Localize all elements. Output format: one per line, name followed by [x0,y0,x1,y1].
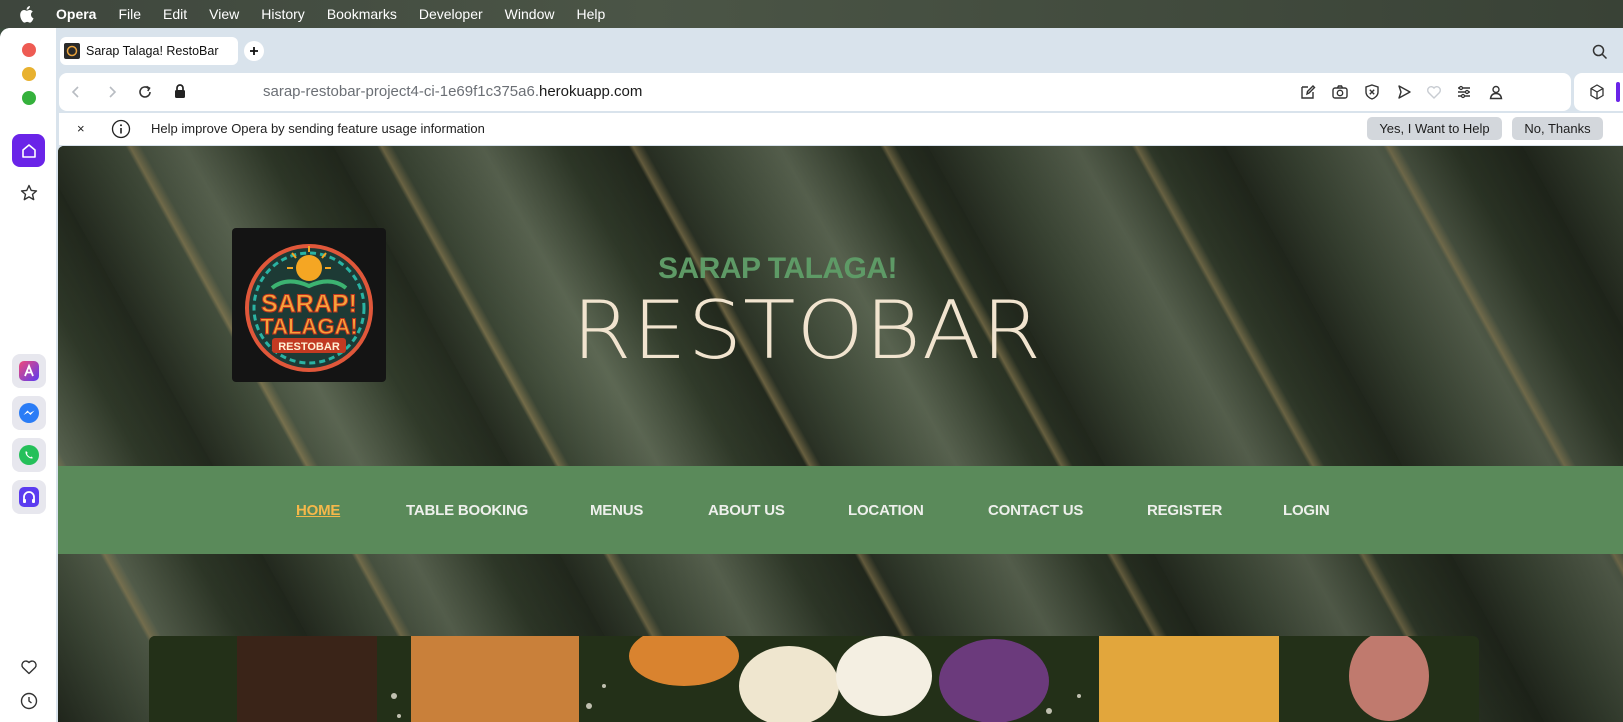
menu-opera[interactable]: Opera [56,6,96,22]
feature-usage-infobar: × Help improve Opera by sending feature … [59,113,1623,145]
address-bar[interactable]: sarap-restobar-project4-ci-1e69f1c375a6.… [59,73,1571,111]
new-tab-plus-icon[interactable] [244,41,264,61]
heart-icon[interactable] [12,650,45,683]
logo-text-talaga: TALAGA! [260,314,357,339]
home-icon[interactable] [12,134,45,167]
logo-text-restobar: RESTOBAR [278,341,340,353]
menu-window[interactable]: Window [505,6,555,22]
info-icon [111,119,131,142]
url-text[interactable]: sarap-restobar-project4-ci-1e69f1c375a6.… [263,83,642,100]
search-tabs-icon[interactable] [1592,44,1608,65]
menu-developer[interactable]: Developer [419,6,483,22]
sidebar-accent-indicator [1616,82,1620,102]
aria-ai-icon[interactable] [12,354,46,388]
site-favicon [64,43,80,59]
forward-icon[interactable] [105,84,119,105]
brand-tagline: SARAP TALAGA! [658,252,898,285]
zoom-window-button[interactable] [22,91,36,105]
star-icon[interactable] [12,176,45,209]
bookmark-heart-icon[interactable] [1425,83,1443,106]
menu-bookmarks[interactable]: Bookmarks [327,6,397,22]
brand-title: RESTOBAR [572,284,1043,377]
menu-history[interactable]: History [261,6,305,22]
extensions-cube-icon[interactable] [1588,83,1606,106]
url-host: herokuapp.com [538,83,643,100]
menu-view[interactable]: View [209,6,239,22]
site-navbar: HOME TABLE BOOKING MENUS ABOUT US LOCATI… [58,466,1623,554]
infobar-close-icon[interactable]: × [77,121,85,136]
close-window-button[interactable] [22,43,36,57]
apple-icon[interactable] [18,4,38,24]
browser-window: Sarap Talaga! RestoBar sarap-restobar-pr… [0,28,1623,722]
adblock-shield-icon[interactable] [1363,83,1381,106]
hero-food-image [149,636,1479,722]
menu-file[interactable]: File [118,6,141,22]
no-thanks-button[interactable]: No, Thanks [1512,117,1603,140]
menu-help[interactable]: Help [576,6,605,22]
nav-location[interactable]: LOCATION [848,502,924,519]
messenger-icon[interactable] [12,396,46,430]
menu-edit[interactable]: Edit [163,6,187,22]
send-icon[interactable] [1395,83,1413,106]
back-icon[interactable] [69,84,83,105]
url-path: sarap-restobar-project4-ci-1e69f1c375a6. [263,83,539,100]
nav-menus[interactable]: MENUS [590,502,643,519]
nav-contact-us[interactable]: CONTACT US [988,502,1083,519]
camera-icon[interactable] [1331,83,1349,106]
edit-snapshot-icon[interactable] [1299,83,1317,106]
site-logo[interactable]: SARAP! TALAGA! RESTOBAR [232,228,386,382]
tab-title: Sarap Talaga! RestoBar [86,44,219,58]
macos-menubar: Opera File Edit View History Bookmarks D… [0,0,1623,28]
web-page: SARAP! TALAGA! RESTOBAR SARAP TALAGA! RE… [58,146,1623,722]
nav-home[interactable]: HOME [296,502,340,519]
minimize-window-button[interactable] [22,67,36,81]
profile-icon[interactable] [1487,83,1505,106]
history-clock-icon[interactable] [12,684,45,717]
music-player-icon[interactable] [12,480,46,514]
browser-tab[interactable]: Sarap Talaga! RestoBar [60,37,238,65]
lock-icon[interactable] [173,83,187,104]
nav-register[interactable]: REGISTER [1147,502,1222,519]
easy-setup-icon[interactable] [1455,83,1473,106]
nav-table-booking[interactable]: TABLE BOOKING [406,502,528,519]
nav-login[interactable]: LOGIN [1283,502,1330,519]
whatsapp-icon[interactable] [12,438,46,472]
yes-want-to-help-button[interactable]: Yes, I Want to Help [1367,117,1502,140]
extensions-area [1574,73,1623,111]
infobar-message: Help improve Opera by sending feature us… [151,121,485,136]
nav-about-us[interactable]: ABOUT US [708,502,785,519]
reload-icon[interactable] [137,84,153,105]
opera-sidebar [0,28,56,722]
